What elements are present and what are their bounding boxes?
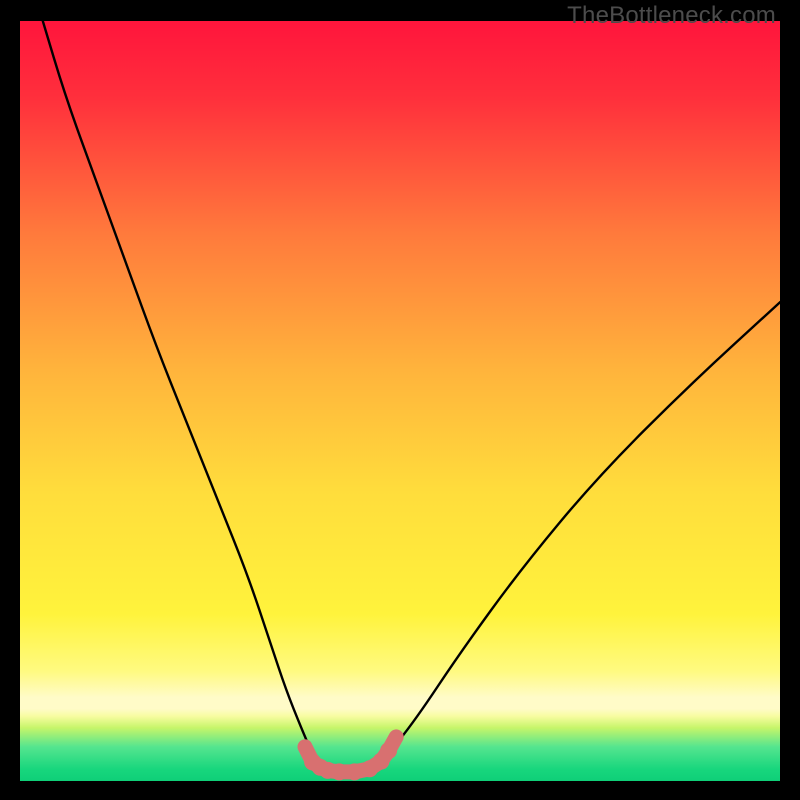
marker-dot: [331, 763, 348, 780]
gradient-background: [20, 21, 780, 781]
chart-frame: [20, 21, 780, 781]
marker-dot: [390, 731, 402, 743]
marker-dot: [346, 763, 363, 780]
watermark-text: TheBottleneck.com: [567, 2, 776, 30]
marker-dot: [299, 741, 311, 753]
bottleneck-chart: [20, 21, 780, 781]
marker-dot: [380, 742, 397, 759]
